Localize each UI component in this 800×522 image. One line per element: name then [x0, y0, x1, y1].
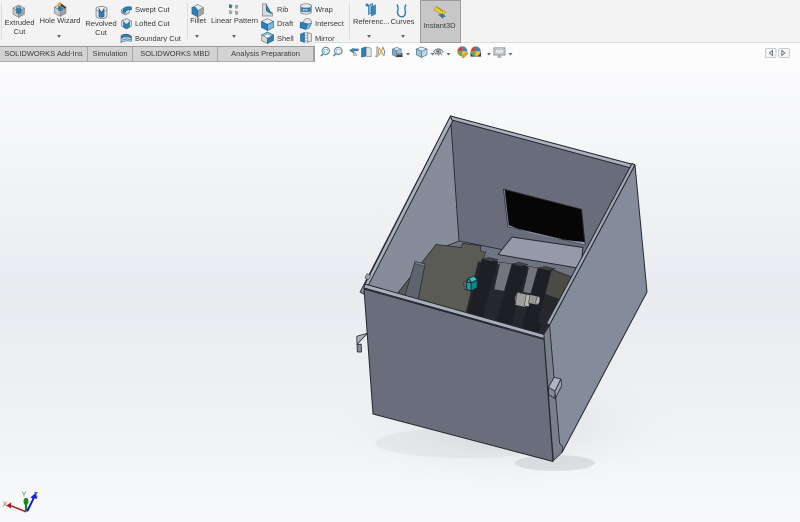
- svg-text:Y: Y: [22, 490, 27, 499]
- svg-text:Z: Z: [34, 490, 39, 499]
- svg-text:X: X: [3, 500, 8, 509]
